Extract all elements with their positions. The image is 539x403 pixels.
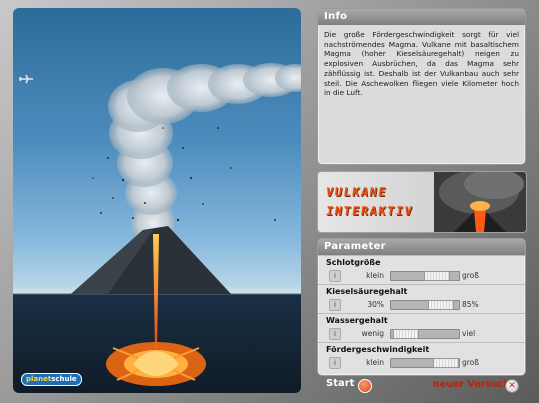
- start-icon[interactable]: [358, 379, 372, 393]
- param-foerdergeschwindigkeit: Fördergeschwindigkeit i klein groß: [318, 342, 525, 371]
- schlotgroesse-slider[interactable]: [390, 271, 460, 281]
- action-bar: Start neuer Versuch ✕: [317, 376, 525, 396]
- start-button[interactable]: Start: [326, 378, 354, 389]
- slider-thumb[interactable]: [393, 329, 419, 339]
- info-button[interactable]: i: [329, 328, 341, 340]
- param-label: Fördergeschwindigkeit: [326, 345, 430, 354]
- slider-thumb[interactable]: [428, 300, 454, 310]
- param-schlotgroesse: Schlotgröße i klein groß: [318, 255, 525, 284]
- close-icon[interactable]: ✕: [505, 379, 519, 393]
- slider-thumb[interactable]: [433, 358, 459, 368]
- info-title: Info: [318, 9, 525, 25]
- info-button[interactable]: i: [329, 357, 341, 369]
- slider-max-label: groß: [462, 271, 479, 280]
- eruption-photo: [434, 172, 526, 232]
- wassergehalt-slider[interactable]: [390, 329, 460, 339]
- planet-schule-logo: planetschule: [21, 373, 82, 386]
- slider-min-label: wenig: [361, 329, 384, 338]
- param-label: Schlotgröße: [326, 258, 381, 267]
- parameter-panel: Parameter Schlotgröße i klein groß Kiese…: [317, 238, 526, 376]
- banner-line-1: VULKANE: [325, 185, 389, 199]
- magma-chamber: [106, 342, 206, 386]
- volcano-scene: planetschule: [13, 8, 301, 393]
- slider-thumb[interactable]: [424, 271, 450, 281]
- parameter-title: Parameter: [318, 239, 525, 255]
- banner-line-2: INTERAKTIV: [325, 204, 415, 218]
- vulkane-interaktiv-banner: VULKANE INTERAKTIV: [317, 171, 527, 233]
- airplane-icon: [19, 74, 33, 84]
- kieselsaeure-slider[interactable]: [390, 300, 460, 310]
- foerdergeschwindigkeit-slider[interactable]: [390, 358, 460, 368]
- slider-max-label: 85%: [462, 300, 479, 309]
- info-button[interactable]: i: [329, 270, 341, 282]
- param-label: Wassergehalt: [326, 316, 388, 325]
- slider-min-label: 30%: [367, 300, 384, 309]
- param-wassergehalt: Wassergehalt i wenig viel: [318, 313, 525, 342]
- slider-max-label: viel: [462, 329, 476, 338]
- restart-button[interactable]: neuer Versuch: [433, 379, 510, 390]
- slider-min-label: klein: [366, 271, 384, 280]
- param-label: Kieselsäuregehalt: [326, 287, 408, 296]
- info-text: Die große Fördergeschwindigkeit sorgt fü…: [324, 30, 519, 98]
- slider-min-label: klein: [366, 358, 384, 367]
- ash-cloud: [108, 63, 301, 247]
- volcano-illustration: [19, 63, 301, 386]
- info-button[interactable]: i: [329, 299, 341, 311]
- param-kieselsaeure: Kieselsäuregehalt i 30% 85%: [318, 284, 525, 313]
- slider-max-label: groß: [462, 358, 479, 367]
- info-panel: Info Die große Fördergeschwindigkeit sor…: [317, 8, 526, 165]
